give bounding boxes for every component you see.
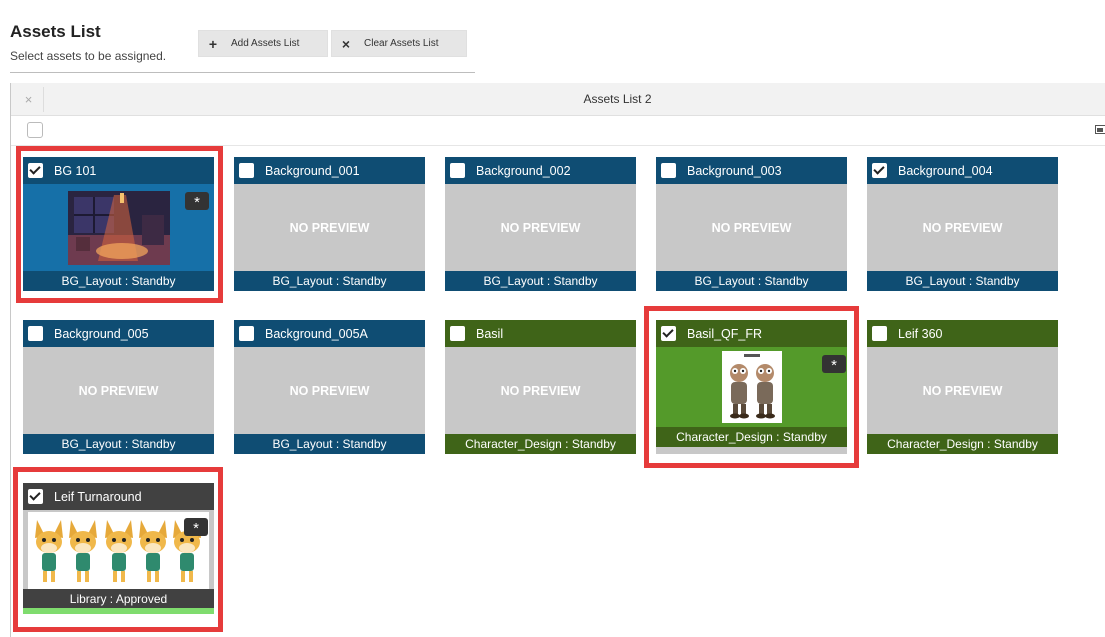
- no-preview-label: NO PREVIEW: [922, 383, 1003, 398]
- asset-name: Basil: [476, 326, 504, 341]
- asset-checkbox[interactable]: [28, 489, 43, 504]
- asset-status: BG_Layout : Standby: [23, 434, 214, 454]
- asset-preview: NO PREVIEW: [445, 347, 636, 434]
- asset-status: BG_Layout : Standby: [867, 271, 1058, 291]
- panel-header: × Assets List 2: [11, 83, 1105, 116]
- card-header: Basil_QF_FR: [656, 320, 847, 347]
- no-preview-label: NO PREVIEW: [922, 220, 1003, 235]
- card-header: Background_004: [867, 157, 1058, 184]
- star-badge: *: [822, 355, 846, 374]
- plus-icon: +: [208, 35, 218, 52]
- asset-status: BG_Layout : Standby: [23, 271, 214, 291]
- asset-status: BG_Layout : Standby: [234, 434, 425, 454]
- page-title: Assets List: [10, 22, 101, 41]
- star-badge: *: [184, 518, 208, 537]
- asset-card-background-004[interactable]: Background_004 NO PREVIEW BG_Layout : St…: [867, 157, 1058, 291]
- card-header: Background_005: [23, 320, 214, 347]
- asset-preview: NO PREVIEW: [234, 184, 425, 271]
- assets-list-panel: × Assets List 2 BG 101 * BG_Layout: Sta…: [10, 83, 1105, 637]
- no-preview-label: NO PREVIEW: [78, 383, 159, 398]
- clear-assets-list-label: Clear Assets List: [364, 38, 439, 49]
- asset-preview: NO PREVIEW: [867, 347, 1058, 434]
- asset-checkbox[interactable]: [661, 326, 676, 341]
- assets-list-header: Assets List Select assets to be assigned…: [0, 0, 1105, 80]
- asset-name: Background_003: [687, 163, 782, 178]
- asset-status: Character_Design : Standby: [656, 427, 847, 447]
- star-badge: *: [185, 192, 209, 211]
- no-preview-label: NO PREVIEW: [711, 220, 792, 235]
- asset-preview: NO PREVIEW: [234, 347, 425, 434]
- asset-checkbox[interactable]: [661, 163, 676, 178]
- asset-checkbox[interactable]: [28, 163, 43, 178]
- asset-status: BG_Layout : Standby: [656, 271, 847, 291]
- card-header: Background_003: [656, 157, 847, 184]
- asset-card-background-005a[interactable]: Background_005A NO PREVIEW BG_Layout : S…: [234, 320, 425, 454]
- asset-status: BG_Layout : Standby: [445, 271, 636, 291]
- asset-status: BG_Layout : Standby: [234, 271, 425, 291]
- card-header: Background_001: [234, 157, 425, 184]
- card-header: Background_002: [445, 157, 636, 184]
- asset-status: Character_Design : Standby: [867, 434, 1058, 454]
- page-subtitle: Select assets to be assigned.: [10, 49, 167, 63]
- panel-title: Assets List 2: [583, 92, 652, 106]
- add-assets-list-button[interactable]: + Add Assets List: [198, 30, 328, 57]
- asset-name: Background_005: [54, 326, 149, 341]
- asset-preview: NO PREVIEW: [656, 184, 847, 271]
- card-header: BG 101: [23, 157, 214, 184]
- asset-preview: [656, 347, 847, 427]
- card-header: Leif Turnaround: [23, 483, 214, 510]
- add-assets-list-label: Add Assets List: [231, 38, 300, 49]
- asset-preview: NO PREVIEW: [867, 184, 1058, 271]
- image-view-icon[interactable]: [1095, 125, 1105, 134]
- asset-checkbox[interactable]: [450, 326, 465, 341]
- asset-card-leif-360[interactable]: Leif 360 NO PREVIEW Character_Design : S…: [867, 320, 1058, 454]
- asset-card-leif-turnaround[interactable]: Leif Turnaround * Library: Approved: [23, 483, 214, 614]
- header-divider: [10, 72, 475, 73]
- asset-name: Background_002: [476, 163, 571, 178]
- turnaround-thumbnail-image: [34, 520, 201, 582]
- asset-card-bg-101[interactable]: BG 101 * BG_Layout : Standby: [23, 157, 214, 291]
- background-thumbnail-image: [67, 190, 170, 265]
- card-header: Leif 360: [867, 320, 1058, 347]
- asset-card-basil[interactable]: Basil NO PREVIEW Character_Design : Stan…: [445, 320, 636, 454]
- asset-checkbox[interactable]: [872, 326, 887, 341]
- asset-name: BG 101: [54, 163, 97, 178]
- asset-name: Background_004: [898, 163, 993, 178]
- asset-name: Basil_QF_FR: [687, 326, 763, 341]
- asset-card-background-001[interactable]: Background_001 NO PREVIEW BG_Layout : St…: [234, 157, 425, 291]
- approved-status-bar: [23, 608, 214, 614]
- asset-name: Leif Turnaround: [54, 489, 142, 504]
- asset-preview: NO PREVIEW: [445, 184, 636, 271]
- asset-checkbox[interactable]: [872, 163, 887, 178]
- select-all-checkbox[interactable]: [27, 122, 43, 138]
- assets-list-view: Assets List Select assets to be assigned…: [0, 0, 1105, 637]
- no-preview-label: NO PREVIEW: [500, 383, 581, 398]
- asset-name: Background_001: [265, 163, 360, 178]
- clear-assets-list-button[interactable]: × Clear Assets List: [331, 30, 467, 57]
- asset-status: Library : Approved: [23, 589, 214, 608]
- close-icon: ×: [341, 35, 351, 52]
- asset-card-background-002[interactable]: Background_002 NO PREVIEW BG_Layout : St…: [445, 157, 636, 291]
- asset-card-background-003[interactable]: Background_003 NO PREVIEW BG_Layout : St…: [656, 157, 847, 291]
- asset-name: Leif 360: [898, 326, 943, 341]
- no-preview-label: NO PREVIEW: [289, 220, 370, 235]
- card-header: Background_005A: [234, 320, 425, 347]
- asset-checkbox[interactable]: [450, 163, 465, 178]
- asset-preview: [28, 512, 209, 592]
- asset-checkbox[interactable]: [28, 326, 43, 341]
- asset-card-background-005[interactable]: Background_005 NO PREVIEW BG_Layout : St…: [23, 320, 214, 454]
- no-preview-label: NO PREVIEW: [289, 383, 370, 398]
- asset-status: Character_Design : Standby: [445, 434, 636, 454]
- no-preview-label: NO PREVIEW: [500, 220, 581, 235]
- panel-toolbar: [11, 117, 1105, 146]
- character-thumbnail-image: [721, 351, 782, 423]
- asset-card-basil-qf-fr[interactable]: Basil_QF_FR * Character_Design: Standby: [656, 320, 847, 454]
- asset-checkbox[interactable]: [239, 163, 254, 178]
- asset-name: Background_005A: [265, 326, 368, 341]
- asset-preview: NO PREVIEW: [23, 347, 214, 434]
- card-header: Basil: [445, 320, 636, 347]
- asset-checkbox[interactable]: [239, 326, 254, 341]
